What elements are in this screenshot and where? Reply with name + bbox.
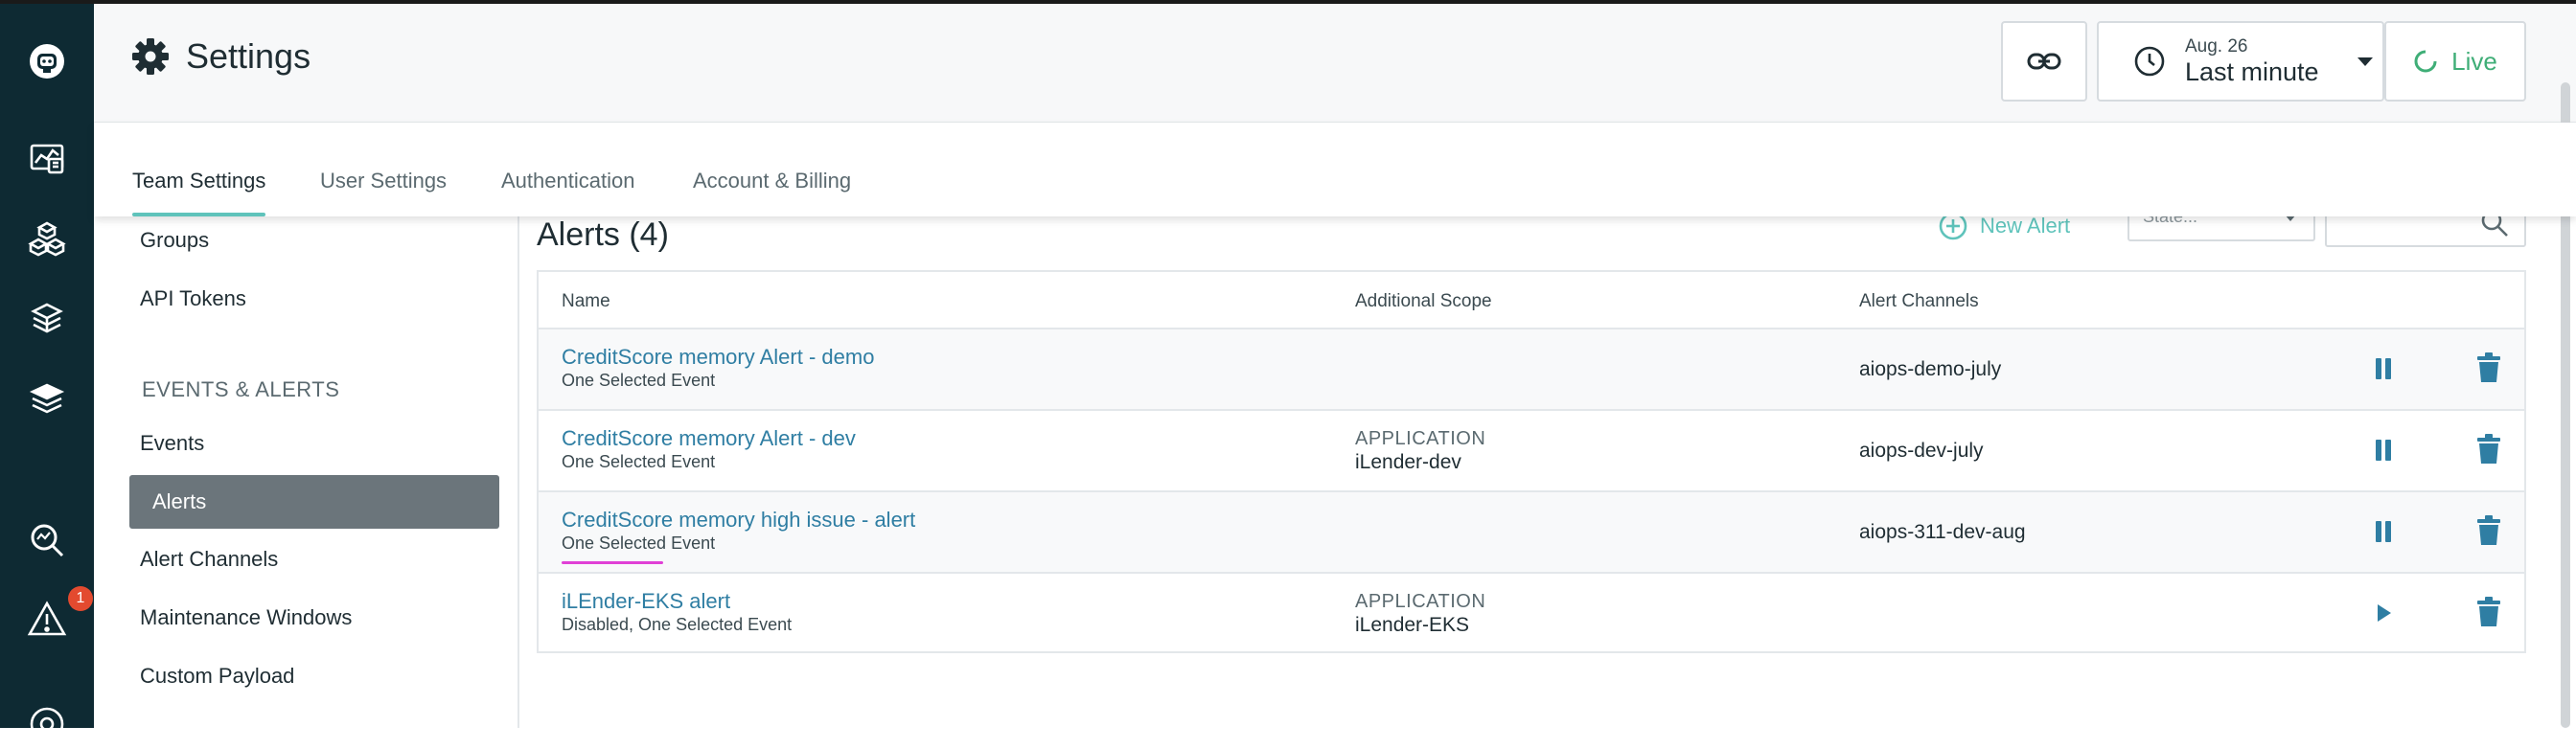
- scope-value: iLender-EKS: [1355, 614, 1470, 636]
- table-row: iLEnder-EKS alert Disabled, One Selected…: [539, 574, 2524, 655]
- sidebar-item-api-tokens[interactable]: API Tokens: [140, 286, 246, 311]
- tab-authentication[interactable]: Authentication: [501, 169, 634, 216]
- robot-logo-icon[interactable]: [22, 36, 72, 86]
- sidebar-item-custom-payload[interactable]: Custom Payload: [140, 664, 294, 689]
- page-title: Settings: [186, 36, 311, 76]
- alert-name-link[interactable]: iLEnder-EKS alert: [562, 589, 792, 614]
- live-label: Live: [2451, 46, 2497, 76]
- page-title-group: Settings: [130, 36, 310, 77]
- table-row: CreditScore memory Alert - dev One Selec…: [539, 411, 2524, 492]
- window-top-edge: [0, 0, 2576, 4]
- sidebar-item-label: Alerts: [152, 489, 207, 513]
- sidebar-item-alert-channels[interactable]: Alert Channels: [140, 547, 278, 572]
- scope-value: iLender-dev: [1355, 451, 1461, 473]
- alert-event-summary: One Selected Event: [562, 371, 716, 390]
- sidebar-item-maintenance-windows[interactable]: Maintenance Windows: [140, 605, 352, 630]
- sidebar-item-alerts[interactable]: Alerts: [129, 475, 499, 529]
- alert-name-link[interactable]: CreditScore memory Alert - dev: [562, 426, 856, 451]
- annotation-underline: [562, 561, 663, 564]
- tab-user-settings[interactable]: User Settings: [320, 169, 447, 216]
- trash-icon[interactable]: [2476, 352, 2501, 383]
- scope-type: APPLICATION: [1355, 428, 1486, 449]
- time-range-picker[interactable]: Aug. 26 Last minute: [2097, 21, 2384, 102]
- link-icon: [2027, 53, 2061, 70]
- settings-rail-icon[interactable]: [22, 699, 72, 749]
- applications-icon[interactable]: [22, 215, 72, 264]
- new-alert-label: New Alert: [1980, 214, 2071, 238]
- column-header-scope[interactable]: Additional Scope: [1355, 291, 1492, 312]
- page-header: Settings Aug. 26 Last minute Live: [94, 4, 2576, 123]
- alert-channel: aiops-311-dev-aug: [1859, 521, 2026, 543]
- table-header: Name Additional Scope Alert Channels: [539, 272, 2524, 329]
- trash-icon[interactable]: [2476, 515, 2501, 546]
- pause-icon[interactable]: [2373, 519, 2394, 544]
- events-warning-icon[interactable]: 1: [22, 586, 93, 644]
- sidebar-item-groups[interactable]: Groups: [140, 228, 209, 253]
- gear-icon: [132, 38, 169, 75]
- column-header-channels[interactable]: Alert Channels: [1859, 291, 1979, 312]
- clock-icon: [2134, 46, 2165, 77]
- live-toggle-button[interactable]: Live: [2384, 21, 2526, 102]
- table-row: CreditScore memory Alert - demo One Sele…: [539, 329, 2524, 411]
- alert-channel: aiops-dev-july: [1859, 440, 1984, 462]
- alert-name-link[interactable]: CreditScore memory high issue - alert: [562, 508, 915, 533]
- analytics-search-icon[interactable]: [22, 515, 72, 565]
- settings-tabs: Team Settings User Settings Authenticati…: [94, 123, 2576, 216]
- time-range-label: Last minute: [2185, 57, 2319, 86]
- platforms-icon[interactable]: [22, 375, 72, 425]
- dashboard-icon[interactable]: [22, 134, 72, 184]
- tab-team-settings[interactable]: Team Settings: [132, 169, 266, 216]
- alert-event-summary: One Selected Event: [562, 533, 716, 553]
- sidebar-section-events-alerts: EVENTS & ALERTS: [142, 377, 340, 401]
- time-range-date: Aug. 26: [2185, 36, 2248, 57]
- trash-icon[interactable]: [2476, 597, 2501, 627]
- settings-sidebar: Groups API Tokens EVENTS & ALERTS Events…: [94, 216, 519, 728]
- alert-count-badge: 1: [68, 586, 93, 611]
- table-row: CreditScore memory high issue - alert On…: [539, 492, 2524, 574]
- alert-channel: aiops-demo-july: [1859, 358, 2002, 380]
- infrastructure-icon[interactable]: [22, 295, 72, 345]
- app-rail: 1: [0, 4, 94, 741]
- scope-type: APPLICATION: [1355, 591, 1486, 612]
- alerts-table: Name Additional Scope Alert Channels Cre…: [537, 270, 2526, 653]
- trash-icon[interactable]: [2476, 434, 2501, 465]
- alert-event-summary: Disabled, One Selected Event: [562, 615, 793, 634]
- pause-icon[interactable]: [2373, 356, 2394, 381]
- alert-name-link[interactable]: CreditScore memory Alert - demo: [562, 345, 874, 370]
- alert-event-summary: One Selected Event: [562, 452, 716, 471]
- sidebar-item-events[interactable]: Events: [140, 431, 204, 456]
- copy-link-button[interactable]: [2001, 21, 2087, 102]
- alerts-panel: Alerts (4) New Alert State... Name Addit…: [521, 197, 2576, 728]
- pause-icon[interactable]: [2373, 438, 2394, 463]
- refresh-spinner-icon: [2414, 50, 2437, 73]
- tab-account-billing[interactable]: Account & Billing: [693, 169, 851, 216]
- chevron-down-icon: [2357, 57, 2373, 66]
- alerts-heading: Alerts (4): [537, 216, 669, 253]
- column-header-name[interactable]: Name: [562, 291, 610, 312]
- play-icon[interactable]: [2373, 601, 2394, 625]
